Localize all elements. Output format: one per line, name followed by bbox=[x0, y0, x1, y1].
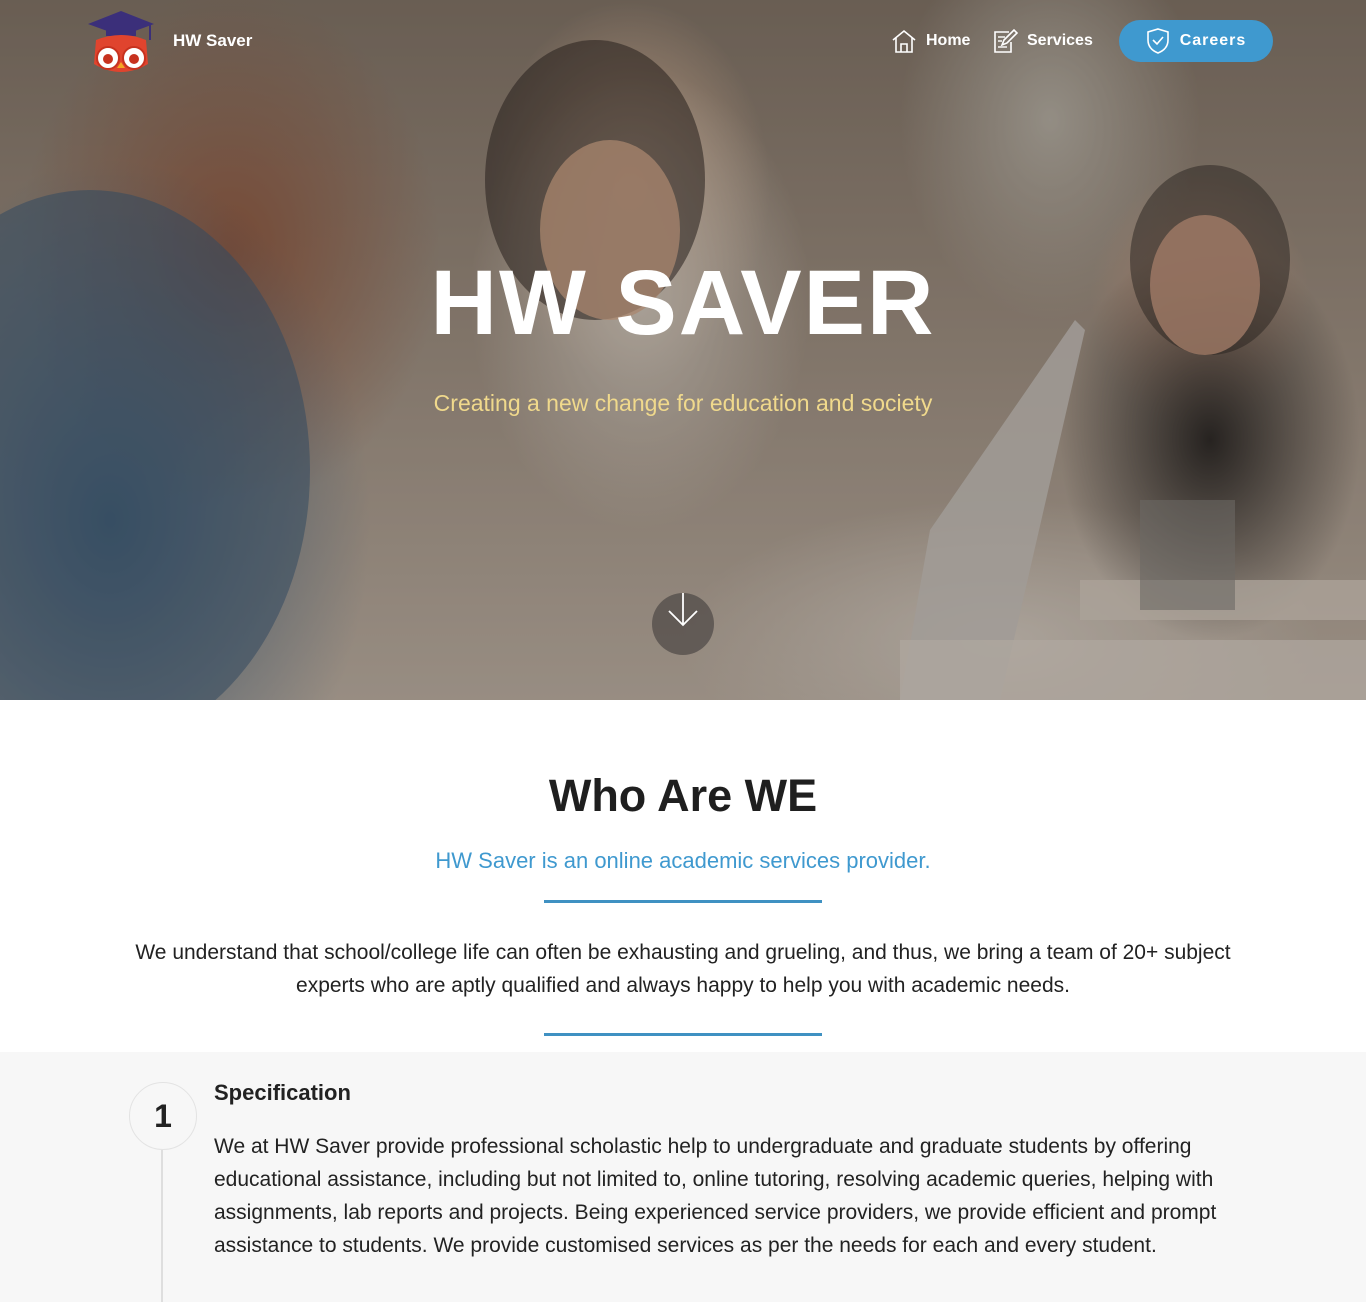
about-title: Who Are WE bbox=[548, 770, 818, 821]
hero-subtitle: Creating a new change for education and … bbox=[433, 390, 933, 416]
about-body: We understand that school/college life c… bbox=[135, 941, 1231, 997]
shield-icon bbox=[1146, 28, 1169, 54]
nav-services-link[interactable]: Services bbox=[992, 27, 1093, 55]
nav-home-link[interactable]: Home bbox=[891, 27, 970, 55]
scroll-down-button[interactable] bbox=[652, 593, 714, 655]
hero-section: HW Saver Home Services Careers HW SAVER … bbox=[0, 0, 1366, 700]
nav-services-label: Services bbox=[1027, 32, 1093, 49]
step-number-badge: 1 bbox=[129, 1082, 197, 1150]
step-body: We at HW Saver provide professional scho… bbox=[214, 1135, 1217, 1257]
divider bbox=[544, 900, 822, 903]
timeline-line bbox=[161, 1150, 163, 1302]
owl-logo[interactable] bbox=[86, 10, 156, 76]
step-title: Specification bbox=[214, 1080, 351, 1105]
careers-button[interactable]: Careers bbox=[1119, 20, 1273, 62]
edit-document-icon bbox=[994, 28, 1018, 53]
arrow-down-icon bbox=[668, 593, 698, 627]
brand-name[interactable]: HW Saver bbox=[173, 31, 252, 51]
top-navigation: HW Saver Home Services Careers bbox=[0, 0, 1366, 84]
divider bbox=[544, 1033, 822, 1036]
house-icon bbox=[892, 29, 916, 53]
about-tagline: HW Saver is an online academic services … bbox=[435, 848, 931, 873]
hero-title: HW SAVER bbox=[430, 252, 936, 354]
careers-label: Careers bbox=[1179, 32, 1247, 49]
steps-section: 1 Specification We at HW Saver provide p… bbox=[0, 1052, 1366, 1302]
nav-home-label: Home bbox=[926, 32, 971, 49]
